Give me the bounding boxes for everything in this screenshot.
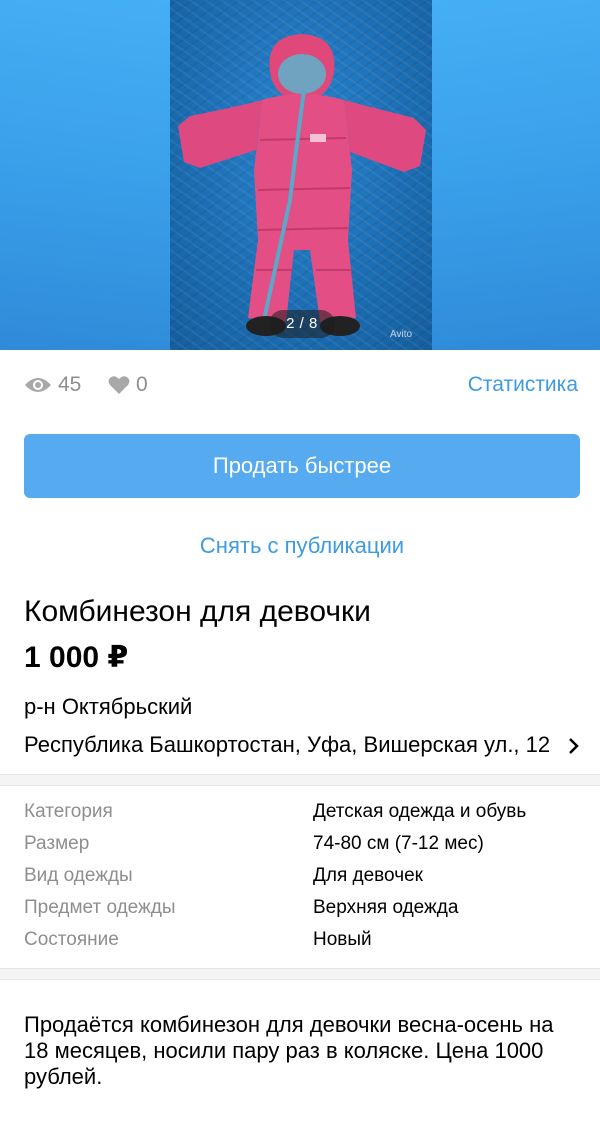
listing-title: Комбинезон для девочки: [24, 595, 371, 628]
gallery-blur-right: [432, 0, 600, 350]
statistics-link[interactable]: Статистика: [468, 370, 578, 400]
param-name: Состояние: [24, 929, 119, 950]
photo-gallery[interactable]: 2 / 8 Avito: [0, 0, 600, 350]
param-name: Вид одежды: [24, 865, 133, 886]
photo-counter: 2 / 8: [269, 310, 335, 338]
snowsuit-image: [178, 34, 426, 336]
favorites-stat: 0: [108, 370, 148, 400]
chevron-right-icon: [569, 738, 579, 754]
param-value: Верхняя одежда: [313, 897, 459, 918]
params-list: Категория Детская одежда и обувь Размер …: [24, 798, 580, 958]
listing-price: 1 000 ₽: [24, 641, 129, 674]
param-name: Категория: [24, 801, 113, 822]
param-value: Для девочек: [313, 865, 423, 886]
gallery-blur-left: [0, 0, 170, 350]
param-name: Предмет одежды: [24, 897, 176, 918]
stats-row: 45 0 Статистика: [24, 370, 578, 400]
param-value: Детская одежда и обувь: [313, 801, 527, 822]
section-divider: [0, 968, 600, 980]
avito-watermark: Avito: [390, 329, 413, 340]
eye-icon: [25, 378, 51, 392]
listing-photo[interactable]: [170, 0, 432, 350]
param-name: Размер: [24, 833, 90, 854]
param-value: 74-80 см (7-12 мес): [313, 833, 484, 854]
listing-address: Республика Башкортостан, Уфа, Вишерская …: [24, 732, 551, 757]
param-row: Состояние Новый: [24, 926, 580, 958]
param-value: Новый: [313, 929, 372, 950]
unpublish-button[interactable]: Снять с публикации: [24, 528, 580, 564]
param-row: Категория Детская одежда и обувь: [24, 798, 580, 830]
section-divider: [0, 774, 600, 786]
favorites-count: 0: [136, 373, 148, 396]
param-row: Размер 74-80 см (7-12 мес): [24, 830, 580, 862]
param-row: Вид одежды Для девочек: [24, 862, 580, 894]
heart-icon: [108, 376, 130, 394]
views-count: 45: [58, 373, 82, 396]
address-link[interactable]: Республика Башкортостан, Уфа, Вишерская …: [24, 732, 580, 762]
views-stat: 45: [24, 370, 81, 400]
listing-district: р-н Октябрьский: [24, 694, 193, 719]
listing-description: Продаётся комбинезон для девочки весна-о…: [24, 1012, 554, 1089]
param-row: Предмет одежды Верхняя одежда: [24, 894, 580, 926]
sell-faster-button[interactable]: Продать быстрее: [24, 434, 580, 498]
